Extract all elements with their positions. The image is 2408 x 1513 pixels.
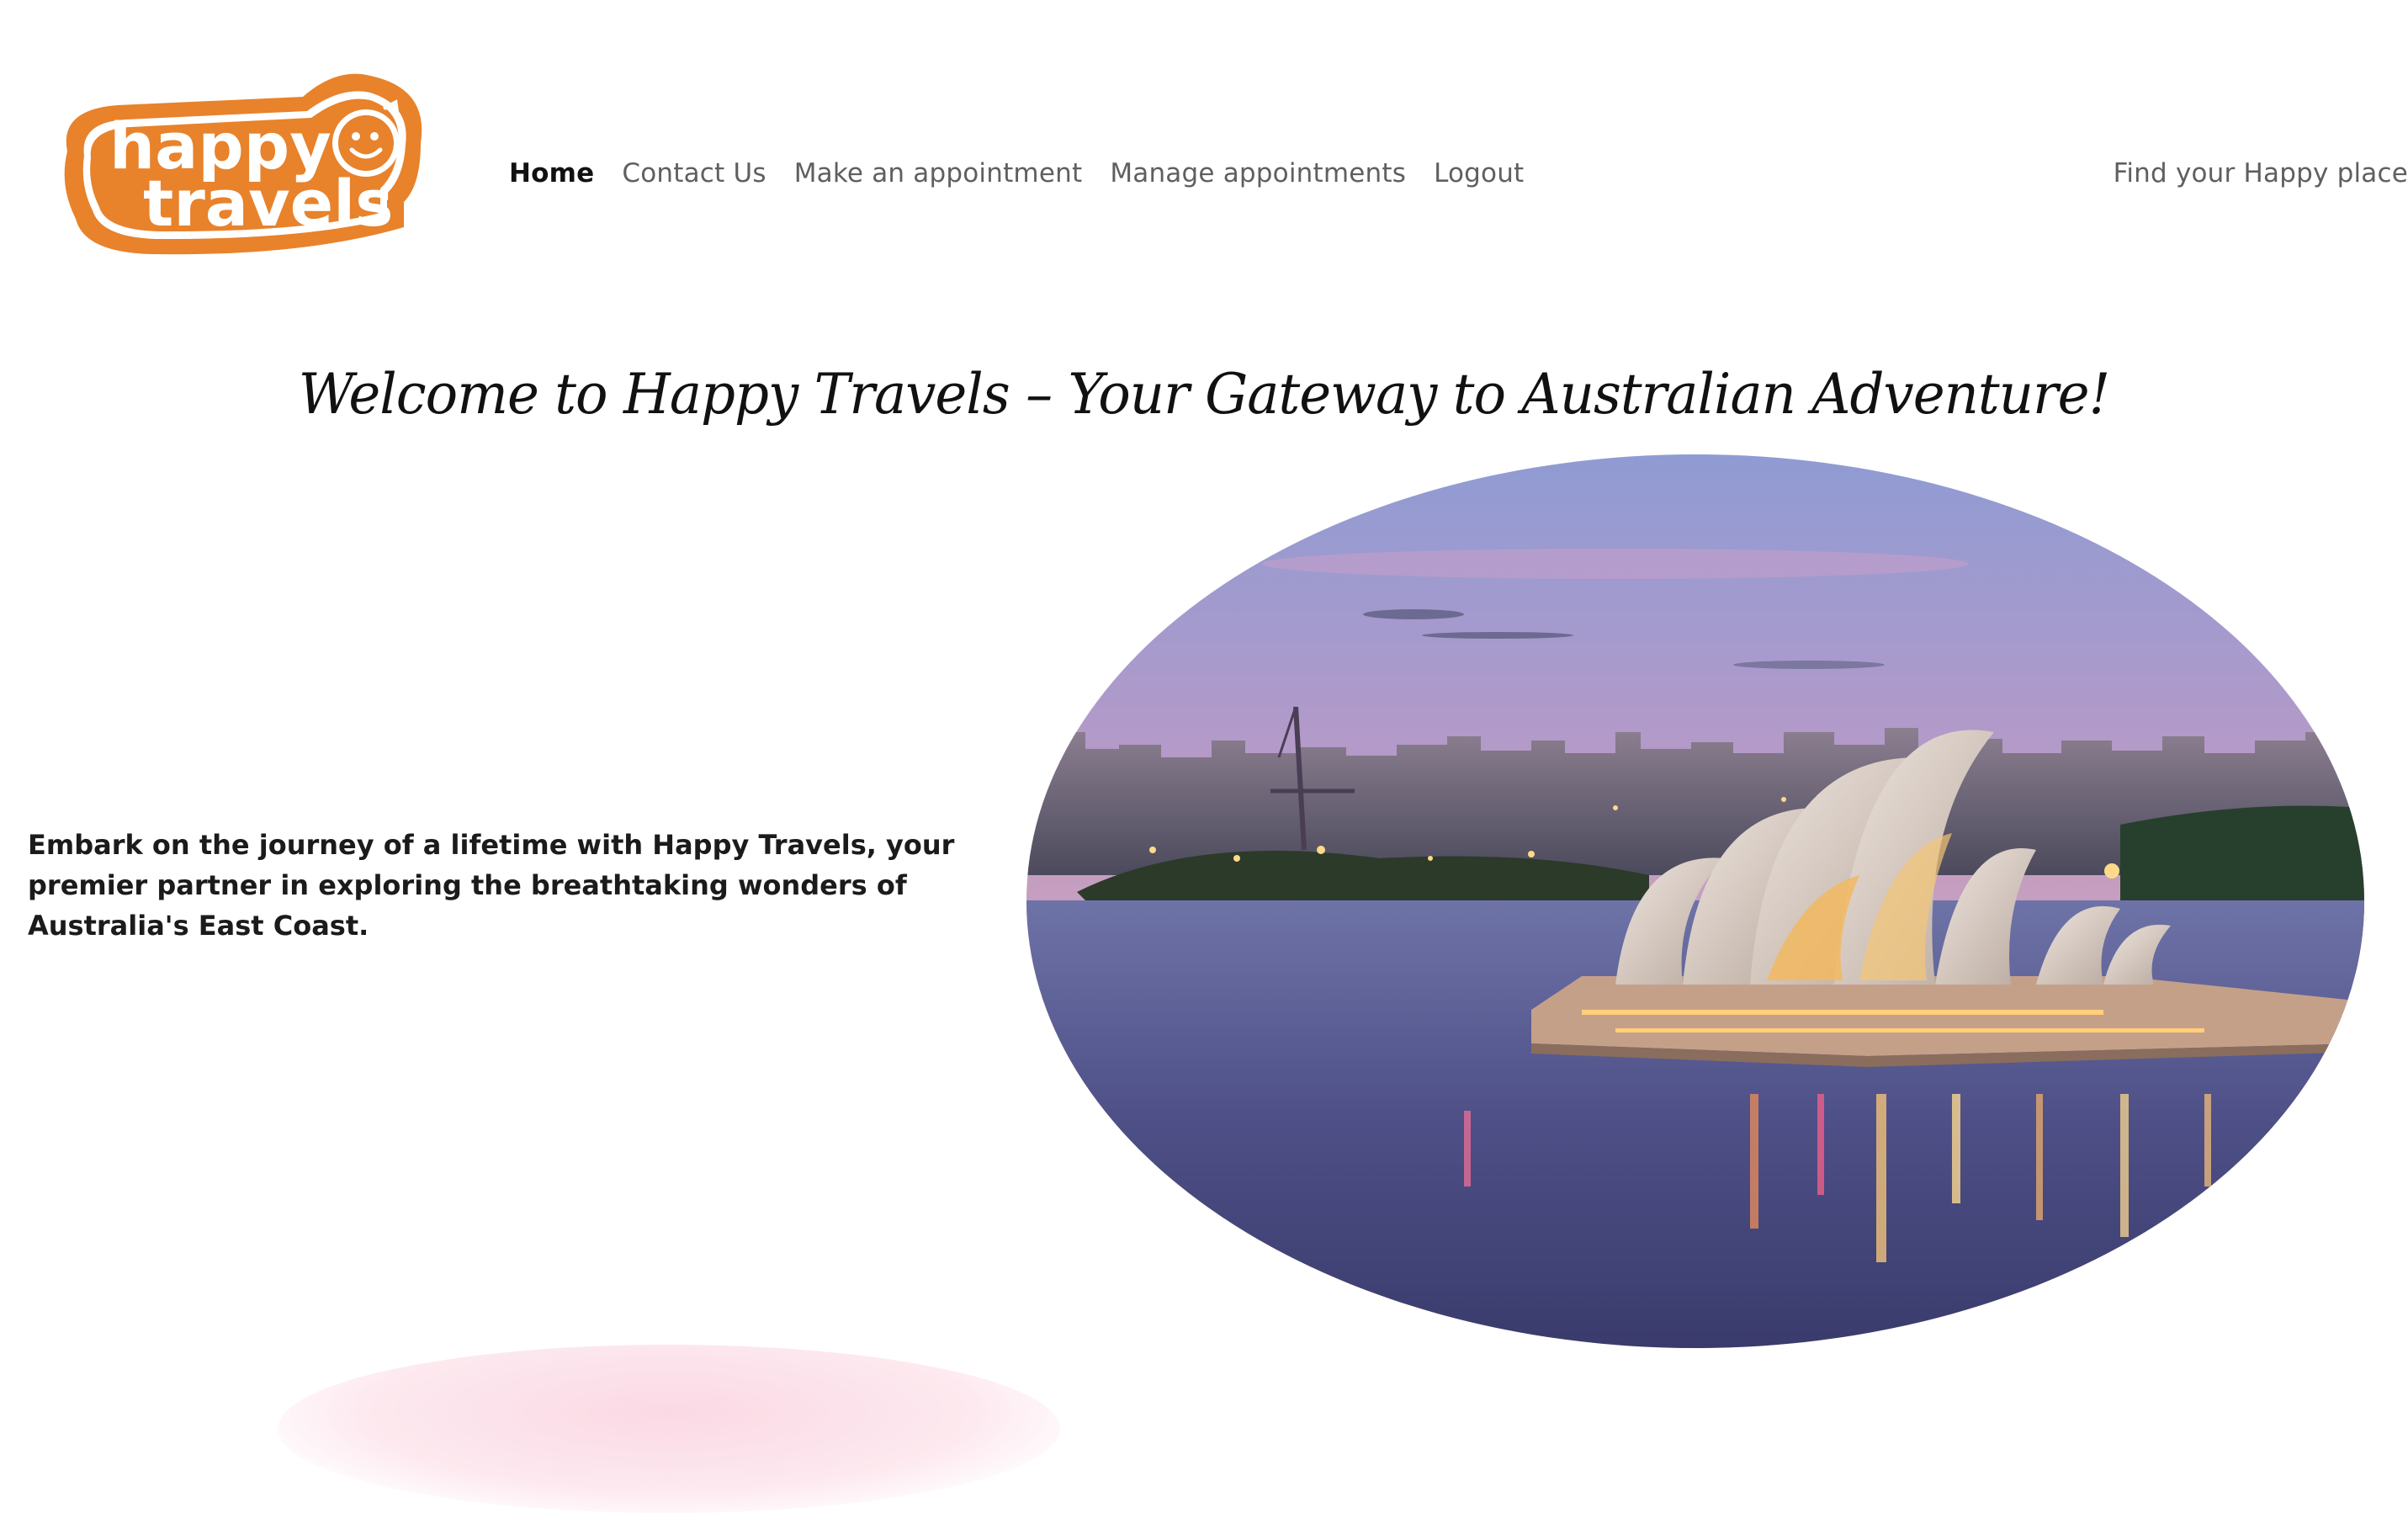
- nav-make-appointment-link[interactable]: Make an appointment: [794, 158, 1083, 188]
- nav-contact-us-link[interactable]: Contact Us: [622, 158, 766, 188]
- hero-image-sydney-opera-house: [1026, 454, 2364, 1348]
- main-navigation: Home Contact Us Make an appointment Mana…: [509, 158, 1524, 188]
- hero-image-graphic: [1026, 454, 2364, 1348]
- decorative-pink-blob: [278, 1345, 1060, 1513]
- logo-graphic: happy travels: [64, 73, 422, 255]
- page-title: Welcome to Happy Travels – Your Gateway …: [298, 362, 2110, 427]
- nav-home-link[interactable]: Home: [509, 158, 594, 188]
- header-tagline: Find your Happy place: [2113, 158, 2408, 188]
- logo-text-travels: travels: [143, 166, 393, 241]
- nav-manage-appointments-link[interactable]: Manage appointments: [1110, 158, 1406, 188]
- nav-logout-link[interactable]: Logout: [1434, 158, 1524, 188]
- intro-paragraph: Embark on the journey of a lifetime with…: [28, 829, 955, 942]
- happy-travels-logo[interactable]: happy travels: [50, 59, 429, 261]
